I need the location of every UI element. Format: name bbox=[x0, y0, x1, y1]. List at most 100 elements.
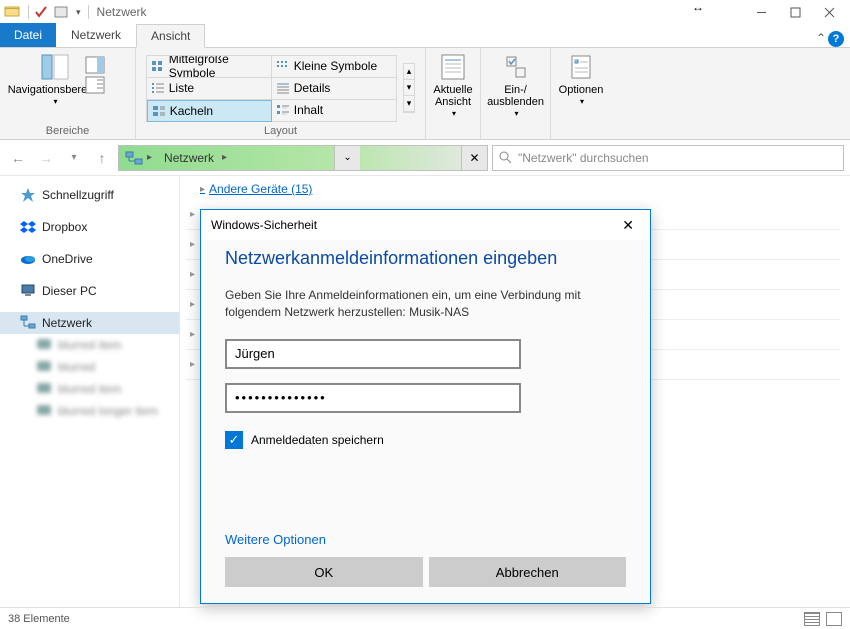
search-box[interactable] bbox=[492, 145, 844, 171]
dialog-close-button[interactable]: ✕ bbox=[616, 215, 640, 236]
computer-icon bbox=[36, 403, 52, 419]
layout-medium-icons[interactable]: Mittelgroße Symbole bbox=[147, 56, 272, 78]
more-options-link[interactable]: Weitere Optionen bbox=[225, 532, 626, 547]
layout-gallery[interactable]: Mittelgroße Symbole Kleine Symbole Liste… bbox=[146, 55, 397, 122]
layout-gallery-scroll[interactable]: ▴ ▾ ▾ bbox=[403, 63, 416, 113]
tab-view[interactable]: Ansicht bbox=[136, 24, 205, 48]
ribbon: Navigationsbereich ▾ Bereiche Mittelgroß… bbox=[0, 48, 850, 140]
recent-locations-button[interactable]: ▾ bbox=[62, 146, 86, 170]
gallery-more-icon[interactable]: ▾ bbox=[404, 96, 415, 112]
remember-checkbox[interactable]: ✓ Anmeldedaten speichern bbox=[225, 431, 626, 449]
username-input[interactable] bbox=[225, 339, 521, 369]
computer-icon bbox=[36, 337, 52, 353]
chevron-down-icon: ▾ bbox=[452, 108, 456, 120]
network-icon bbox=[20, 315, 36, 331]
qat-dropdown-icon[interactable]: ▾ bbox=[73, 7, 84, 18]
options-label: Optionen bbox=[559, 84, 604, 96]
search-icon bbox=[499, 151, 512, 164]
address-refresh-button[interactable]: ✕ bbox=[461, 146, 487, 170]
dropbox-icon bbox=[20, 219, 36, 235]
search-input[interactable] bbox=[518, 151, 837, 165]
layout-list[interactable]: Liste bbox=[147, 78, 272, 100]
minimize-button[interactable] bbox=[744, 0, 778, 24]
sidebar-network[interactable]: Netzwerk bbox=[0, 312, 179, 334]
tab-network[interactable]: Netzwerk bbox=[56, 23, 136, 47]
sidebar-item-label: Netzwerk bbox=[42, 316, 92, 330]
navigation-pane-button[interactable]: Navigationsbereich ▾ bbox=[31, 52, 79, 108]
pc-icon bbox=[20, 283, 36, 299]
resize-icon[interactable]: ↔ bbox=[692, 0, 704, 24]
group-other-devices[interactable]: ▸ Andere Geräte (15) bbox=[190, 182, 840, 200]
help-icon[interactable]: ? bbox=[828, 31, 844, 47]
layout-small-icons[interactable]: Kleine Symbole bbox=[272, 56, 397, 78]
dialog-heading: Netzwerkanmeldeinformationen eingeben bbox=[225, 248, 626, 269]
sidebar-dropbox[interactable]: Dropbox bbox=[0, 216, 179, 238]
computer-icon bbox=[36, 381, 52, 397]
sidebar-item-label: Schnellzugriff bbox=[42, 188, 114, 202]
layout-details[interactable]: Details bbox=[272, 78, 397, 100]
tab-file[interactable]: Datei bbox=[0, 23, 56, 47]
forward-button[interactable]: → bbox=[34, 146, 58, 170]
details-pane-icon[interactable] bbox=[85, 76, 105, 94]
qat-divider bbox=[28, 5, 29, 19]
sidebar-network-child[interactable]: blurred bbox=[0, 356, 179, 378]
layout-group-label: Layout bbox=[264, 124, 297, 137]
ribbon-tabs: Datei Netzwerk Ansicht ⌃ ? bbox=[0, 24, 850, 48]
qat-properties-icon[interactable] bbox=[33, 4, 49, 20]
gallery-down-icon[interactable]: ▾ bbox=[404, 80, 415, 96]
address-dropdown-button[interactable]: ⌄ bbox=[334, 146, 360, 170]
checkbox-check-icon: ✓ bbox=[225, 431, 243, 449]
preview-pane-icon[interactable] bbox=[85, 56, 105, 74]
remember-label: Anmeldedaten speichern bbox=[251, 433, 384, 447]
qat-divider-2 bbox=[88, 5, 89, 19]
address-bar[interactable]: ▸ Netzwerk▸ ⌄ ✕ bbox=[118, 145, 488, 171]
options-button[interactable]: Optionen ▾ bbox=[557, 52, 605, 108]
qat-new-folder-icon[interactable] bbox=[53, 4, 69, 20]
ribbon-collapse-icon[interactable]: ⌃ bbox=[816, 31, 826, 47]
ok-button[interactable]: OK bbox=[225, 557, 423, 587]
dialog-window-title: Windows-Sicherheit bbox=[211, 218, 317, 232]
sidebar-item-label: OneDrive bbox=[42, 252, 93, 266]
sidebar-onedrive[interactable]: OneDrive bbox=[0, 248, 179, 270]
sidebar-network-child[interactable]: blurred longer item bbox=[0, 400, 179, 422]
dialog-titlebar: Windows-Sicherheit ✕ bbox=[201, 210, 650, 240]
app-icon bbox=[4, 4, 20, 20]
layout-content[interactable]: Inhalt bbox=[272, 100, 397, 122]
password-input[interactable] bbox=[225, 383, 521, 413]
back-button[interactable]: ← bbox=[6, 146, 30, 170]
computer-icon bbox=[36, 359, 52, 375]
view-large-icons-icon[interactable] bbox=[826, 612, 842, 626]
sidebar-quick-access[interactable]: Schnellzugriff bbox=[0, 184, 179, 206]
sidebar-item-label: Dieser PC bbox=[42, 284, 97, 298]
dialog-instruction: Geben Sie Ihre Anmeldeinformationen ein,… bbox=[225, 287, 626, 321]
current-view-button[interactable]: Aktuelle Ansicht▾ bbox=[429, 52, 477, 120]
pin-icon bbox=[20, 187, 36, 203]
navigation-row: ← → ▾ ↑ ▸ Netzwerk▸ ⌄ ✕ bbox=[0, 140, 850, 176]
chevron-down-icon: ▾ bbox=[514, 108, 518, 120]
sidebar: Schnellzugriff Dropbox OneDrive Dieser P… bbox=[0, 176, 180, 607]
gallery-up-icon[interactable]: ▴ bbox=[404, 64, 415, 80]
show-hide-label: Ein-/ ausblenden bbox=[487, 84, 544, 108]
sidebar-item-label: Dropbox bbox=[42, 220, 87, 234]
window-title: Netzwerk bbox=[97, 5, 147, 19]
group-label: Andere Geräte (15) bbox=[209, 182, 312, 196]
sidebar-this-pc[interactable]: Dieser PC bbox=[0, 280, 179, 302]
status-item-count: 38 Elemente bbox=[8, 613, 70, 625]
panes-group-label: Bereiche bbox=[46, 124, 89, 137]
current-view-label: Aktuelle Ansicht bbox=[429, 84, 477, 108]
view-details-icon[interactable] bbox=[804, 612, 820, 626]
breadcrumb-root-icon[interactable]: ▸ bbox=[119, 151, 158, 165]
onedrive-icon bbox=[20, 251, 36, 267]
close-button[interactable] bbox=[812, 0, 846, 24]
show-hide-button[interactable]: Ein-/ ausblenden▾ bbox=[492, 52, 540, 120]
cancel-button[interactable]: Abbrechen bbox=[429, 557, 627, 587]
maximize-button[interactable] bbox=[778, 0, 812, 24]
sidebar-network-child[interactable]: blurred item bbox=[0, 378, 179, 400]
up-button[interactable]: ↑ bbox=[90, 146, 114, 170]
credentials-dialog: Windows-Sicherheit ✕ Netzwerkanmeldeinfo… bbox=[200, 209, 651, 604]
breadcrumb-network[interactable]: Netzwerk▸ bbox=[158, 151, 233, 165]
status-bar: 38 Elemente bbox=[0, 607, 850, 629]
window-titlebar: ▾ Netzwerk ↔ bbox=[0, 0, 850, 24]
sidebar-network-child[interactable]: blurred item bbox=[0, 334, 179, 356]
layout-tiles[interactable]: Kacheln bbox=[147, 100, 272, 122]
